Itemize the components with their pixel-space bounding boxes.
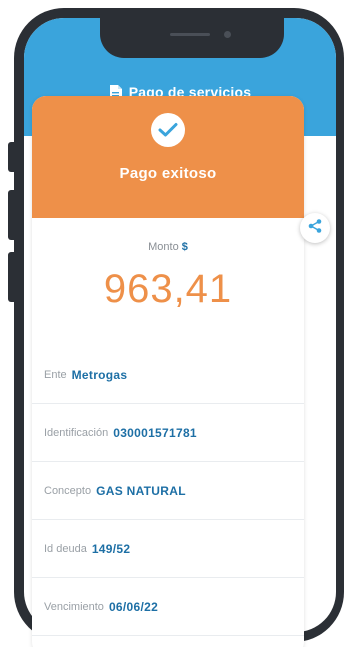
amount-label: Monto $ <box>32 241 304 253</box>
detail-label: Ente <box>44 368 67 381</box>
detail-row-id-deuda: Id deuda 149/52 <box>32 520 304 578</box>
volume-down-button <box>8 252 14 302</box>
front-camera <box>224 31 231 38</box>
status-header: Pago exitoso <box>32 96 304 218</box>
detail-label: Concepto <box>44 484 92 497</box>
share-icon <box>307 218 323 239</box>
notch <box>100 18 284 58</box>
detail-label: Id deuda <box>44 542 87 555</box>
status-title: Pago exitoso <box>119 165 217 182</box>
detail-label: Vencimiento <box>44 600 104 613</box>
detail-value: GAS NATURAL <box>96 483 186 498</box>
detail-row-vencimiento: Vencimiento 06/06/22 <box>32 578 304 636</box>
payment-receipt-card: Pago exitoso Monto $ 963,41 Ente Metroga… <box>32 96 304 647</box>
detail-value: Metrogas <box>71 367 128 382</box>
speaker <box>170 33 210 36</box>
detail-row-ente: Ente Metrogas <box>32 346 304 404</box>
share-button[interactable] <box>300 213 330 243</box>
amount-currency: $ <box>181 241 188 253</box>
mute-switch <box>8 142 14 172</box>
detail-row-identificacion: Identificación 030001571781 <box>32 404 304 462</box>
detail-value: 06/06/22 <box>108 599 159 614</box>
amount-value: 963,41 <box>103 267 233 311</box>
detail-value: 030001571781 <box>113 425 197 440</box>
detail-row-concepto: Concepto GAS NATURAL <box>32 462 304 520</box>
detail-label: Identificación <box>44 426 109 439</box>
amount-label-text: Monto <box>148 241 179 253</box>
volume-up-button <box>8 190 14 240</box>
check-icon <box>151 113 185 147</box>
details-list: Ente Metrogas Identificación 03000157178… <box>32 346 304 636</box>
detail-value: 149/52 <box>91 541 131 556</box>
